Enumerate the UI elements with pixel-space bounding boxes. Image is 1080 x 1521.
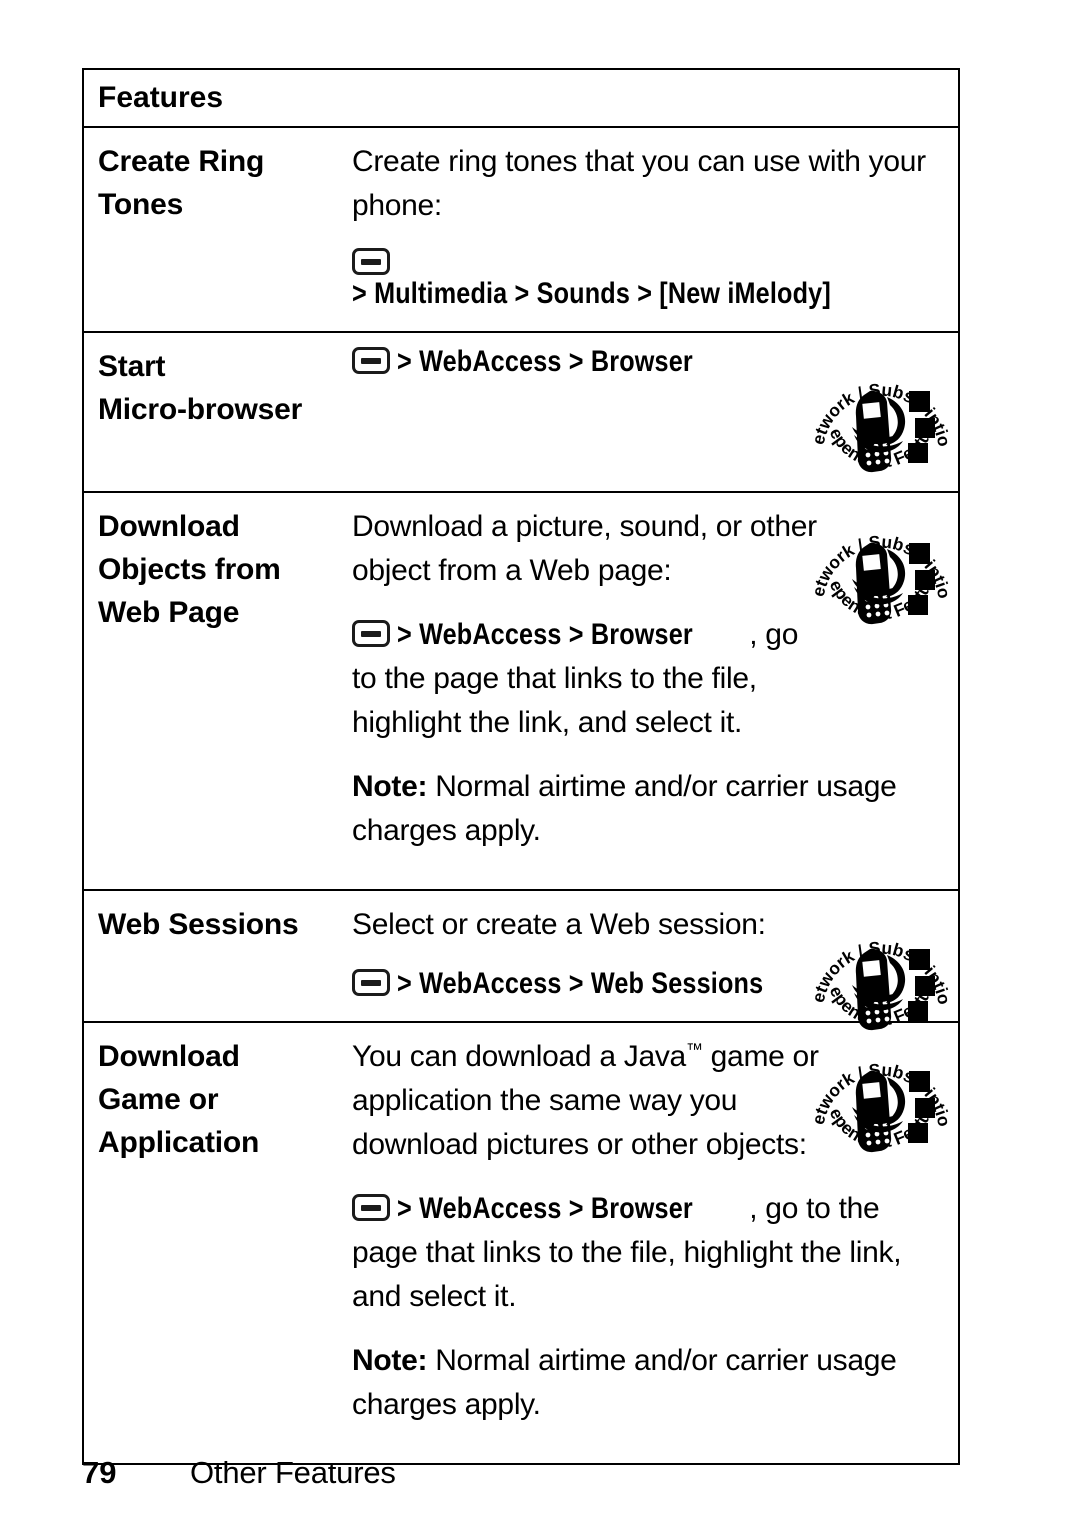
row-label-line: Objects from xyxy=(98,553,281,586)
menu-path-separator: > xyxy=(568,967,584,1000)
menu-path-text: > WebAccess > Browser xyxy=(397,613,693,657)
row-label-web-sessions: Web Sessions xyxy=(84,891,352,1021)
menu-path: > Multimedia > Sounds > [New iMelody] xyxy=(352,248,954,311)
row-note: Note: Normal airtime and/or carrier usag… xyxy=(352,765,952,853)
menu-path-separator: > xyxy=(637,277,653,310)
table-row: Web Sessions Select or create a Web sess… xyxy=(84,891,958,1031)
table-row: Download Game or Application You can dow… xyxy=(84,1023,958,1463)
header-label-cell: Features xyxy=(84,70,352,126)
note-text: Normal airtime and/or carrier usage char… xyxy=(352,770,897,847)
menu-path-segment: WebAccess xyxy=(419,967,562,1000)
row-description: Download a picture, sound, or other obje… xyxy=(352,510,817,587)
manual-page: Features Create Ring Tones Create ring t… xyxy=(0,0,1080,1521)
menu-key-icon xyxy=(352,248,390,275)
footer-section-title: Other Features xyxy=(190,1455,396,1490)
menu-path: > WebAccess > Browser, go to the page th… xyxy=(352,1187,952,1319)
row-description: You can download a Java™ game or applica… xyxy=(352,1035,822,1167)
row-label-line: Download xyxy=(98,1040,240,1073)
menu-path-text: > WebAccess > Browser xyxy=(397,1187,693,1231)
menu-path-text: > WebAccess > Browser xyxy=(397,345,693,379)
row-body-download-game: You can download a Java™ game or applica… xyxy=(352,1023,958,1463)
menu-key-icon xyxy=(352,1194,390,1221)
row-body-download-objects: Download a picture, sound, or other obje… xyxy=(352,493,958,889)
network-subscription-dependent-feature-icon: Network / Subscription Dependent Feature xyxy=(808,355,954,497)
menu-path-text: > WebAccess > Web Sessions xyxy=(397,967,763,1001)
table-row: Download Objects from Web Page Download … xyxy=(84,493,958,891)
row-body-web-sessions: Select or create a Web session: > WebAcc… xyxy=(352,891,958,1031)
menu-key-icon xyxy=(352,620,390,647)
row-label-line: Create Ring xyxy=(98,145,265,178)
row-body-create-ring-tones: Create ring tones that you can use with … xyxy=(352,128,958,331)
menu-path-separator: > xyxy=(397,618,412,651)
menu-path-separator: > xyxy=(568,618,584,651)
menu-key-icon xyxy=(352,969,390,996)
row-label-download-game: Download Game or Application xyxy=(84,1023,352,1463)
menu-path-separator: > xyxy=(514,277,530,310)
note-text: Normal airtime and/or carrier usage char… xyxy=(352,1344,897,1421)
row-label-download-objects: Download Objects from Web Page xyxy=(84,493,352,889)
table-row: Create Ring Tones Create ring tones that… xyxy=(84,128,958,333)
menu-path-separator: > xyxy=(397,345,412,378)
menu-path-text: > Multimedia > Sounds > [New iMelody] xyxy=(352,277,831,311)
table-header-features: Features xyxy=(98,81,224,114)
row-label-create-ring-tones: Create Ring Tones xyxy=(84,128,352,331)
row-description: Create ring tones that you can use with … xyxy=(352,145,926,222)
row-label-line: Web Page xyxy=(98,596,240,629)
menu-path-segment: WebAccess xyxy=(419,345,562,378)
menu-path-segment: Multimedia xyxy=(374,277,508,310)
row-note: Note: Normal airtime and/or carrier usag… xyxy=(352,1339,952,1427)
row-label-line: Application xyxy=(98,1126,260,1159)
page-footer: 79 Other Features xyxy=(82,1455,396,1491)
row-label-line: Web Sessions xyxy=(98,908,299,941)
menu-path-separator: > xyxy=(352,277,367,310)
menu-path-segment: Browser xyxy=(590,1192,693,1225)
network-subscription-dependent-feature-icon: Network / Subscription Dependent Feature xyxy=(808,507,954,649)
note-label: Note: xyxy=(352,770,428,803)
menu-path-segment: WebAccess xyxy=(419,618,562,651)
menu-path-separator: > xyxy=(568,345,584,378)
menu-path: > WebAccess > Browser, go to the page th… xyxy=(352,613,822,745)
network-subscription-dependent-feature-icon: Network / Subscription Dependent Feature xyxy=(808,1035,954,1177)
menu-path-segment: Sounds xyxy=(536,277,631,310)
row-body-start-micro-browser: > WebAccess > Browser Network / Subscrip… xyxy=(352,333,958,491)
menu-path-separator: > xyxy=(397,967,412,1000)
row-label-line: Tones xyxy=(98,188,184,221)
header-body-cell xyxy=(352,70,958,126)
menu-path-separator: > xyxy=(568,1192,584,1225)
table-header-row: Features xyxy=(84,70,958,128)
note-label: Note: xyxy=(352,1344,428,1377)
features-table: Features Create Ring Tones Create ring t… xyxy=(82,68,960,1465)
row-label-line: Micro-browser xyxy=(98,393,303,426)
menu-path-separator: > xyxy=(397,1192,412,1225)
page-number: 79 xyxy=(82,1455,117,1490)
row-label-start-micro-browser: Start Micro-browser xyxy=(84,333,352,491)
menu-path-segment: Browser xyxy=(590,618,693,651)
menu-path-segment: Web Sessions xyxy=(590,967,764,1000)
row-description-before: You can download a Java xyxy=(352,1040,686,1073)
menu-path-segment: [New iMelody] xyxy=(659,277,831,310)
row-label-line: Game or xyxy=(98,1083,219,1116)
table-row: Start Micro-browser > WebAccess > Browse… xyxy=(84,333,958,493)
row-label-line: Download xyxy=(98,510,240,543)
row-description: Select or create a Web session: xyxy=(352,908,766,941)
menu-path-segment: WebAccess xyxy=(419,1192,562,1225)
row-label-line: Start xyxy=(98,350,166,383)
trademark-symbol: ™ xyxy=(685,1040,703,1059)
menu-path-segment: Browser xyxy=(590,345,693,378)
menu-key-icon xyxy=(352,347,390,374)
